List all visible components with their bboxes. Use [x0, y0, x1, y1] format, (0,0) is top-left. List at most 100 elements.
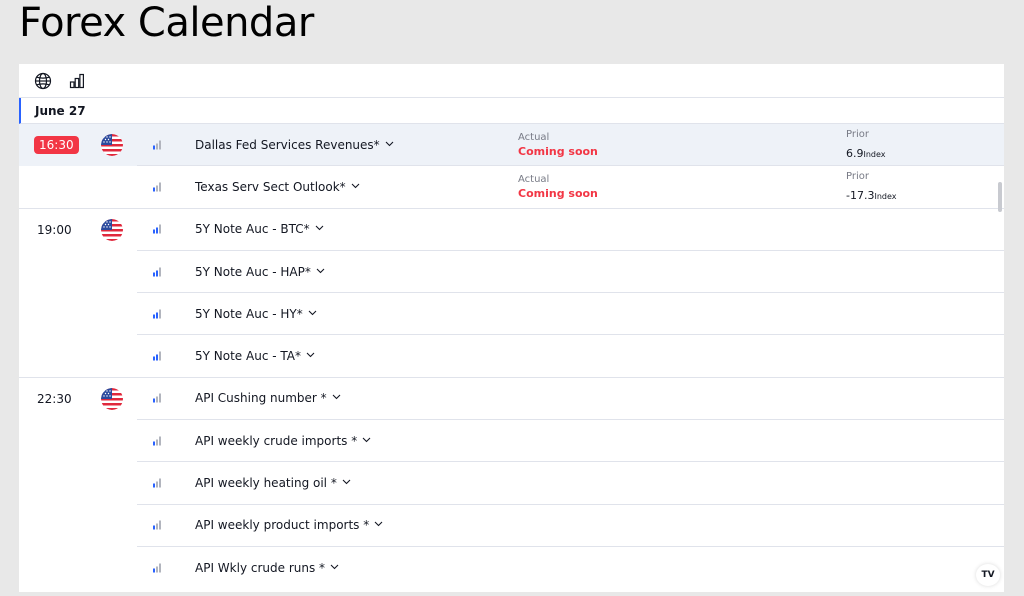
event-time: [19, 166, 137, 208]
event-name-label: API weekly heating oil *: [195, 476, 337, 491]
globe-icon[interactable]: [33, 71, 53, 91]
event-name-label: 5Y Note Auc - BTC*: [195, 222, 310, 237]
event-main: 5Y Note Auc - HY*: [137, 293, 1004, 336]
importance-icon: [153, 563, 161, 573]
chevron-down-icon[interactable]: [316, 267, 325, 277]
event-row[interactable]: API weekly heating oil *: [19, 462, 1004, 505]
event-name[interactable]: 5Y Note Auc - TA*: [195, 349, 315, 363]
actual-label: Actual: [518, 131, 550, 143]
actual-value: Actual Coming soon: [518, 174, 598, 200]
importance-icon: [153, 309, 161, 319]
us-flag-icon: [101, 387, 123, 410]
event-name[interactable]: 5Y Note Auc - HY*: [195, 307, 317, 321]
prior-number: -17.3: [846, 188, 875, 202]
event-name[interactable]: API Cushing number *: [195, 391, 341, 405]
event-row[interactable]: 5Y Note Auc - HY*: [19, 293, 1004, 336]
chevron-down-icon[interactable]: [374, 520, 383, 530]
actual-value: Actual Coming soon: [518, 132, 598, 158]
event-main: API Wkly crude runs *: [137, 547, 1004, 589]
importance-icon: [153, 436, 161, 446]
event-time: [19, 420, 137, 462]
event-name-label: API Wkly crude runs *: [195, 561, 326, 576]
event-time: [19, 251, 137, 293]
event-name[interactable]: 5Y Note Auc - HAP*: [195, 265, 325, 279]
event-row[interactable]: 5Y Note Auc - TA*: [19, 335, 1004, 379]
chevron-down-icon[interactable]: [332, 393, 341, 403]
calendar-widget: June 27 16:30 Dallas Fed Services Revenu…: [19, 64, 1004, 592]
event-time-label: 16:30: [34, 136, 79, 155]
prior-label: Prior: [846, 128, 869, 140]
event-time-label: 19:00: [37, 222, 72, 237]
event-name-label: API weekly product imports *: [195, 518, 370, 533]
event-main: API weekly heating oil *: [137, 462, 1004, 505]
prior-unit: Index: [863, 149, 886, 159]
event-main: Texas Serv Sect Outlook* Actual Coming so…: [137, 166, 1004, 209]
event-list: 16:30 Dallas Fed Services Revenues* Actua…: [19, 124, 1004, 589]
event-row[interactable]: 5Y Note Auc - HAP*: [19, 251, 1004, 294]
event-time: [19, 293, 137, 335]
event-name-label: Texas Serv Sect Outlook*: [195, 179, 346, 194]
event-name[interactable]: API weekly heating oil *: [195, 476, 351, 490]
chevron-down-icon[interactable]: [385, 140, 394, 150]
event-main: 5Y Note Auc - TA*: [137, 335, 1004, 378]
event-row[interactable]: Texas Serv Sect Outlook* Actual Coming so…: [19, 166, 1004, 209]
prior-value: Prior -17.3Index: [846, 171, 897, 203]
event-name[interactable]: API Wkly crude runs *: [195, 561, 339, 575]
chevron-down-icon[interactable]: [342, 478, 351, 488]
event-name[interactable]: 5Y Note Auc - BTC*: [195, 222, 324, 236]
prior-label: Prior: [846, 170, 869, 182]
calendar-toolbar: [19, 64, 1004, 98]
chevron-down-icon[interactable]: [308, 309, 317, 319]
page-title: Forex Calendar: [19, 0, 314, 46]
importance-icon: [153, 478, 161, 488]
prior-unit: Index: [874, 191, 897, 201]
event-name-label: Dallas Fed Services Revenues*: [195, 137, 380, 152]
event-row[interactable]: API weekly crude imports *: [19, 420, 1004, 463]
event-name-label: 5Y Note Auc - HY*: [195, 306, 303, 321]
event-name-label: API Cushing number *: [195, 391, 327, 406]
event-name[interactable]: Dallas Fed Services Revenues*: [195, 138, 394, 152]
date-header: June 27: [19, 98, 1004, 124]
importance-icon: [153, 224, 161, 234]
event-main: 5Y Note Auc - HAP*: [137, 251, 1004, 294]
importance-icon: [153, 182, 161, 192]
event-name[interactable]: Texas Serv Sect Outlook*: [195, 180, 360, 194]
importance-icon: [153, 140, 161, 150]
chevron-down-icon[interactable]: [330, 563, 339, 573]
prior-number: 6.9: [846, 146, 864, 160]
event-main: API Cushing number *: [137, 378, 1004, 421]
event-main: Dallas Fed Services Revenues* Actual Comi…: [137, 124, 1004, 167]
scrollbar[interactable]: [998, 182, 1002, 212]
event-name-label: 5Y Note Auc - HAP*: [195, 264, 311, 279]
event-time: [19, 547, 137, 589]
event-name-label: API weekly crude imports *: [195, 433, 358, 448]
event-time-label: 22:30: [37, 391, 72, 406]
actual-label: Actual: [518, 173, 550, 185]
event-row[interactable]: 16:30 Dallas Fed Services Revenues* Actua…: [19, 124, 1004, 167]
chevron-down-icon[interactable]: [351, 182, 360, 192]
importance-icon: [153, 393, 161, 403]
event-row[interactable]: 19:00 5Y Note Auc - BTC*: [19, 209, 1004, 251]
actual-status: Coming soon: [518, 186, 598, 200]
event-name[interactable]: API weekly product imports *: [195, 518, 383, 532]
event-time: [19, 462, 137, 504]
chevron-down-icon[interactable]: [306, 351, 315, 361]
event-main: API weekly crude imports *: [137, 420, 1004, 463]
importance-icon: [153, 520, 161, 530]
bar-chart-icon[interactable]: [67, 71, 87, 91]
event-name[interactable]: API weekly crude imports *: [195, 434, 371, 448]
event-main: API weekly product imports *: [137, 505, 1004, 547]
us-flag-icon: [101, 134, 123, 157]
event-time: [19, 505, 137, 547]
event-row[interactable]: 22:30 API Cushing number *: [19, 378, 1004, 421]
event-row[interactable]: API weekly product imports *: [19, 505, 1004, 547]
prior-value: Prior 6.9Index: [846, 129, 886, 161]
chevron-down-icon[interactable]: [362, 436, 371, 446]
chevron-down-icon[interactable]: [315, 224, 324, 234]
importance-icon: [153, 351, 161, 361]
event-time: [19, 335, 137, 377]
event-row[interactable]: API Wkly crude runs *: [19, 547, 1004, 589]
event-main: 5Y Note Auc - BTC*: [137, 209, 1004, 251]
actual-status: Coming soon: [518, 144, 598, 158]
tradingview-logo[interactable]: TV: [976, 564, 1000, 586]
